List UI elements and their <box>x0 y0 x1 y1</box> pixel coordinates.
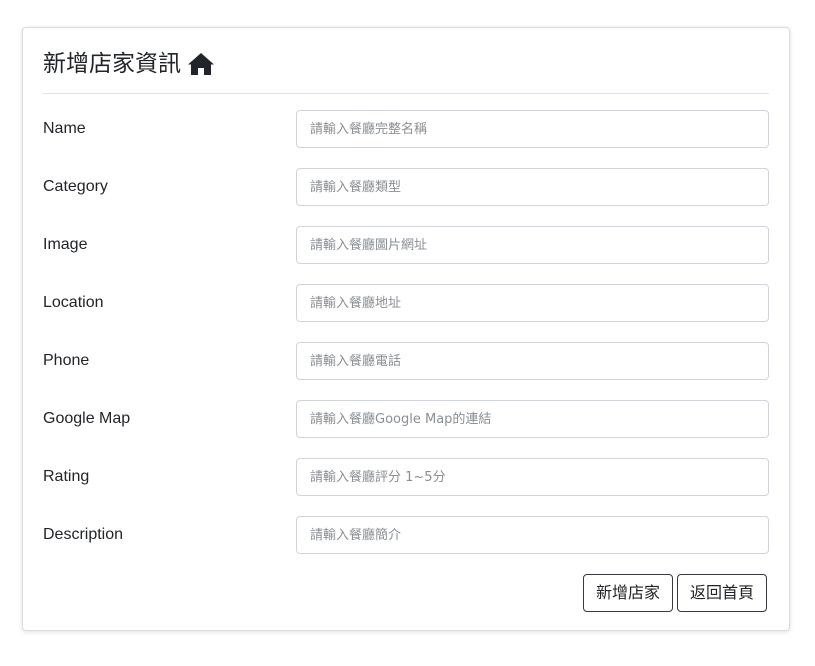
name-label: Name <box>43 120 86 137</box>
google-map-input[interactable] <box>296 400 769 438</box>
category-label: Category <box>43 178 108 195</box>
form-row-google-map: Google Map <box>43 400 769 438</box>
rating-label: Rating <box>43 468 90 485</box>
form-row-rating: Rating <box>43 458 769 496</box>
form-row-category: Category <box>43 168 769 206</box>
add-restaurant-button[interactable]: 新增店家 <box>583 574 673 612</box>
phone-input[interactable] <box>296 342 769 380</box>
form-row-phone: Phone <box>43 342 769 380</box>
back-home-button[interactable]: 返回首頁 <box>677 574 767 612</box>
image-label: Image <box>43 236 88 253</box>
location-label: Location <box>43 294 104 311</box>
rating-input[interactable] <box>296 458 769 496</box>
description-input[interactable] <box>296 516 769 554</box>
category-input[interactable] <box>296 168 769 206</box>
form-row-description: Description <box>43 516 769 554</box>
card-header: 新增店家資訊 <box>43 46 215 82</box>
page-title: 新增店家資訊 <box>43 51 181 77</box>
form-row-name: Name <box>43 110 769 148</box>
home-icon <box>187 51 215 77</box>
phone-label: Phone <box>43 352 90 369</box>
restaurant-form-card: 新增店家資訊 Name Category Image Location Phon… <box>22 27 790 631</box>
header-divider <box>43 93 769 94</box>
name-input[interactable] <box>296 110 769 148</box>
location-input[interactable] <box>296 284 769 322</box>
google-map-label: Google Map <box>43 410 131 427</box>
form-row-image: Image <box>43 226 769 264</box>
description-label: Description <box>43 526 124 543</box>
form-row-location: Location <box>43 284 769 322</box>
image-input[interactable] <box>296 226 769 264</box>
